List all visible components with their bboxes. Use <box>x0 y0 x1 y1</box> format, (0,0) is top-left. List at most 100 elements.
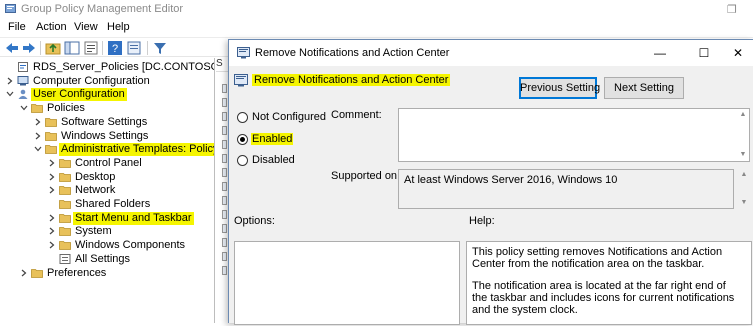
tree-item-label: Start Menu and Taskbar <box>73 211 194 225</box>
policy-setting-icon <box>237 47 250 59</box>
setting-row-icon <box>222 266 227 275</box>
supported-scrollbar[interactable]: ▲ ▼ <box>736 169 752 209</box>
supported-on-value: At least Windows Server 2016, Windows 10 <box>404 174 618 186</box>
properties-icon[interactable] <box>83 40 99 56</box>
chevron-right-icon[interactable] <box>48 214 56 222</box>
next-setting-button[interactable]: Next Setting <box>604 77 684 99</box>
scroll-down-icon[interactable]: ▼ <box>740 199 748 206</box>
radio-not-configured-label[interactable]: Not Configured <box>251 111 327 123</box>
up-folder-icon[interactable] <box>45 40 61 56</box>
show-hide-tree-icon[interactable] <box>64 40 80 56</box>
tree-item-label: Computer Configuration <box>33 74 150 87</box>
tree-item-label: Shared Folders <box>75 198 151 210</box>
setting-row-icon <box>222 112 227 121</box>
tree-item[interactable]: Software Settings <box>0 115 214 130</box>
chevron-right-icon[interactable] <box>48 186 56 194</box>
folder-icon <box>59 158 71 168</box>
close-button[interactable]: ✕ <box>725 44 751 62</box>
comment-textbox[interactable]: ▲ ▼ <box>398 108 750 162</box>
radio-enabled-indicator[interactable] <box>237 134 248 145</box>
chevron-down-icon[interactable] <box>6 90 14 98</box>
tree-item[interactable]: Network <box>0 184 214 198</box>
tree-item-label: All Settings <box>75 252 131 265</box>
setting-row-icon <box>222 98 227 107</box>
dialog-titlebar[interactable]: Remove Notifications and Action Center —… <box>229 40 753 66</box>
help-label: Help: <box>469 215 495 227</box>
tree-item[interactable]: Windows Settings <box>0 130 214 144</box>
settings-column-header[interactable]: S <box>216 58 228 72</box>
folder-icon <box>45 117 57 127</box>
chevron-right-icon[interactable] <box>48 241 56 249</box>
chevron-right-icon[interactable] <box>6 77 14 85</box>
tree-item[interactable]: All Settings <box>0 252 214 267</box>
forward-arrow-icon[interactable] <box>21 40 37 56</box>
tree-item-label: Software Settings <box>61 115 148 128</box>
setting-row-icon <box>222 252 227 261</box>
tree-item[interactable]: Control Panel <box>0 157 214 171</box>
settings-list-icon <box>59 253 71 264</box>
gp-titlebar[interactable]: Group Policy Management Editor ❐ <box>0 0 753 18</box>
tree-item[interactable]: Desktop <box>0 170 214 185</box>
user-icon <box>18 90 28 100</box>
chevron-right-icon[interactable] <box>20 269 28 277</box>
scroll-up-icon[interactable]: ▲ <box>739 111 747 118</box>
scroll-up-icon[interactable]: ▲ <box>740 171 748 178</box>
chevron-right-icon[interactable] <box>34 132 42 140</box>
menu-action[interactable]: Action <box>36 21 67 33</box>
maximize-button[interactable]: ☐ <box>691 44 717 62</box>
folder-icon <box>59 241 71 250</box>
policy-document-icon <box>18 62 28 72</box>
back-arrow-icon[interactable] <box>4 40 20 56</box>
tree-item-label: Network <box>75 184 116 197</box>
tree-item-label: Windows Components <box>75 239 186 252</box>
radio-disabled-label[interactable]: Disabled <box>251 154 296 166</box>
help-icon[interactable]: ? <box>107 40 123 56</box>
svg-text:?: ? <box>112 43 118 55</box>
tree-item-label: Desktop <box>75 170 116 183</box>
policy-setting-dialog: Remove Notifications and Action Center —… <box>228 39 753 326</box>
chevron-right-icon[interactable] <box>48 227 56 235</box>
radio-not-configured-indicator[interactable] <box>237 112 248 123</box>
radio-enabled-label[interactable]: Enabled <box>251 133 294 145</box>
chevron-right-icon[interactable] <box>48 159 56 167</box>
chevron-down-icon[interactable] <box>34 145 42 153</box>
setting-row-icon <box>222 126 227 135</box>
gp-app-icon <box>5 4 16 13</box>
policy-setting-icon <box>234 74 248 87</box>
folder-icon <box>59 213 71 223</box>
previous-setting-button[interactable]: Previous Setting <box>519 77 600 99</box>
help-text: This policy setting removes Notification… <box>472 246 744 326</box>
tree-item[interactable]: Start Menu and Taskbar <box>0 211 214 226</box>
tree-item[interactable]: Preferences <box>0 267 214 281</box>
tree-item[interactable]: RDS_Server_Policies [DC.CONTOSO.COM] Pol… <box>0 61 214 75</box>
export-list-icon[interactable] <box>126 40 142 56</box>
chevron-right-icon[interactable] <box>48 173 56 181</box>
filter-icon[interactable] <box>152 40 168 56</box>
scroll-down-icon[interactable]: ▼ <box>739 151 747 158</box>
setting-name: Remove Notifications and Action Center <box>252 74 451 86</box>
tree-item[interactable]: Windows Components <box>0 239 214 253</box>
radio-disabled-indicator[interactable] <box>237 155 248 166</box>
tree-item-label: Administrative Templates: Policy def <box>59 143 214 157</box>
setting-row-icon <box>222 168 227 177</box>
tree-item[interactable]: Computer Configuration <box>0 74 214 89</box>
tree-item[interactable]: User Configuration <box>0 88 214 102</box>
folder-icon <box>59 172 71 182</box>
minimize-button[interactable]: — <box>647 44 673 62</box>
restore-icon[interactable]: ❐ <box>727 3 737 16</box>
setting-row-icon <box>222 182 227 191</box>
chevron-down-icon[interactable] <box>20 104 28 112</box>
menu-file[interactable]: File <box>8 21 26 33</box>
setting-row-icon <box>222 238 227 247</box>
tree-item[interactable]: Policies <box>0 102 214 116</box>
tree-item[interactable]: Shared Folders <box>0 198 214 212</box>
folder-icon <box>45 145 57 155</box>
tree-item[interactable]: Administrative Templates: Policy def <box>0 143 214 157</box>
menu-help[interactable]: Help <box>107 21 130 33</box>
menu-view[interactable]: View <box>74 21 98 33</box>
policy-tree: RDS_Server_Policies [DC.CONTOSO.COM] Pol… <box>0 58 215 323</box>
tree-item[interactable]: System <box>0 225 214 239</box>
setting-row-icon <box>222 224 227 233</box>
toolbar-separator <box>40 41 41 55</box>
chevron-right-icon[interactable] <box>34 118 42 126</box>
